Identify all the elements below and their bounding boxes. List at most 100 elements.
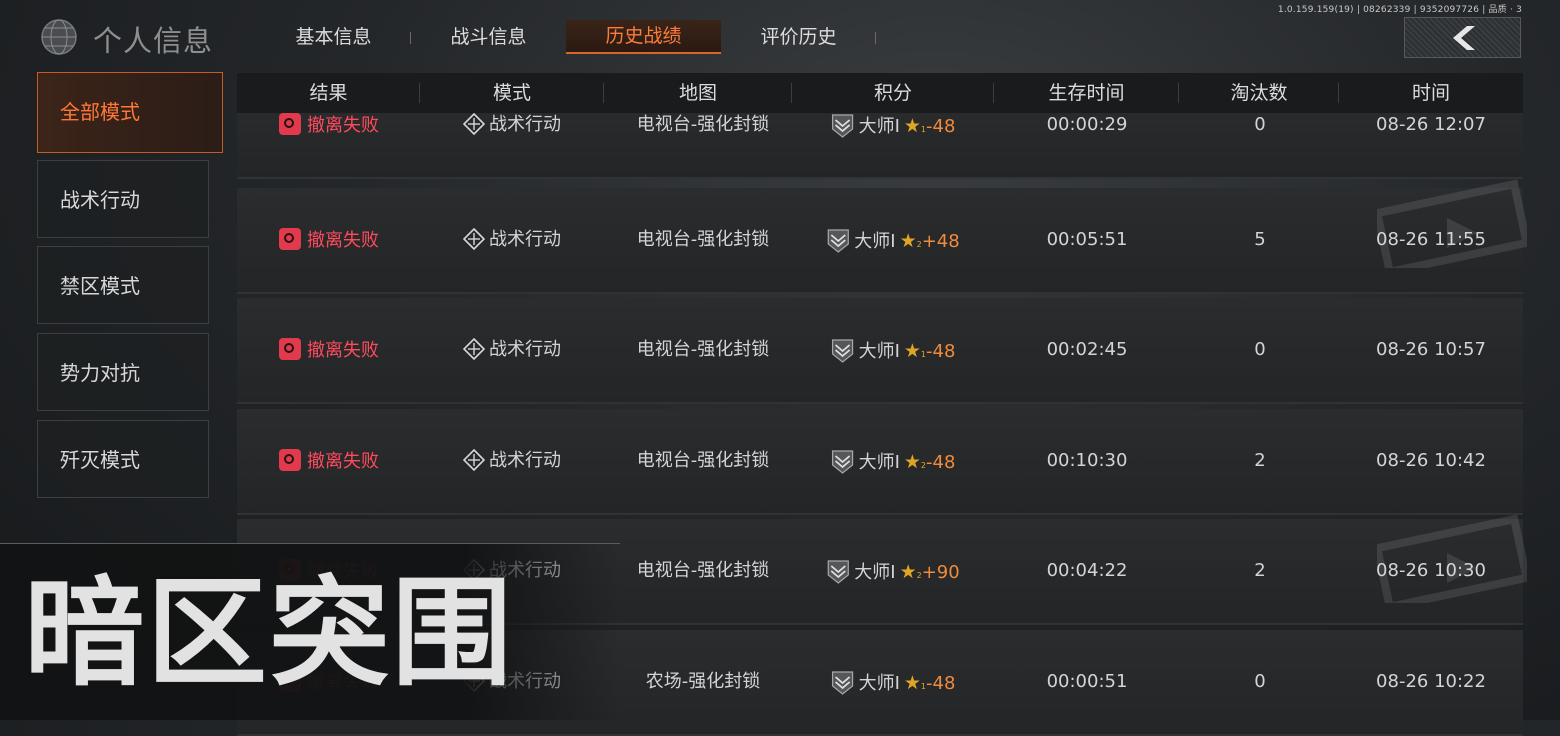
map-text: 电视台-强化封锁 [636, 114, 770, 135]
score-cell: 大师I ★1-48 [831, 670, 955, 695]
map-text: 农场-强化封锁 [645, 671, 761, 692]
kills-text: 0 [1254, 339, 1266, 360]
match-time-text: 08-26 10:22 [1376, 671, 1486, 692]
map-cell: 电视台-强化封锁 [637, 449, 770, 473]
mode-restricted-zone[interactable]: 禁区模式 [37, 246, 209, 324]
score-cell: 大师I ★1-48 [831, 113, 956, 138]
mode-cell: 战术行动 [463, 449, 561, 473]
mode-cell: 战术行动 [463, 338, 561, 362]
column-header-kills: 淘汰数 [1179, 73, 1339, 113]
survival-time-text: 00:04:22 [1046, 560, 1128, 581]
map-text: 电视台-强化封锁 [636, 450, 770, 471]
result-text: 撤离失败 [307, 230, 379, 251]
map-cell: 农场-强化封锁 [646, 670, 761, 694]
rank-master-icon [831, 450, 854, 474]
tactical-mode-icon [463, 113, 485, 135]
survival-cell: 00:02:45 [1047, 338, 1128, 362]
result-cell: 撤离失败 [279, 449, 379, 473]
kills-cell: 0 [1254, 338, 1265, 362]
table-row[interactable]: 撤离失败 战术行动 电视台-强化封锁 大师I ★1-48 00:02:45 0 08-26 1… [237, 298, 1523, 404]
tactical-mode-icon [463, 338, 485, 360]
mode-cell: 战术行动 [463, 228, 561, 252]
tab-label: 评价历史 [760, 26, 837, 48]
map-cell: 电视台-强化封锁 [637, 228, 770, 252]
map-text: 电视台-强化封锁 [636, 229, 770, 250]
tab-rating-history[interactable]: 评价历史 [721, 20, 876, 54]
logo-text: 暗区突围 [24, 570, 514, 690]
tab-bar: 基本信息 战斗信息 历史战绩 评价历史 [256, 20, 876, 54]
time-cell: 08-26 12:07 [1376, 113, 1486, 137]
table-row[interactable]: 撤离失败 战术行动 电视台-强化封锁 大师I ★2+48 00:05:51 5 08-26 1… [237, 188, 1523, 294]
survival-cell: 00:00:29 [1047, 113, 1128, 137]
score-cell: 大师I ★1-48 [831, 338, 956, 363]
column-header-score: 积分 [792, 73, 994, 113]
back-button[interactable] [1404, 17, 1521, 58]
film-deco-icon [1377, 514, 1527, 603]
fail-icon [279, 228, 301, 250]
column-header-label: 地图 [678, 82, 717, 104]
mode-faction-battle[interactable]: 势力对抗 [37, 333, 209, 411]
mode-all[interactable]: 全部模式 [37, 72, 223, 153]
result-cell: 撤离失败 [279, 338, 379, 362]
survival-cell: 00:10:30 [1047, 449, 1128, 473]
score-change: -48 [926, 341, 956, 362]
column-header-time: 时间 [1339, 73, 1523, 113]
fail-icon [279, 113, 301, 135]
result-text: 撤离失败 [307, 340, 379, 361]
kills-cell: 0 [1254, 670, 1265, 694]
tab-basic-info[interactable]: 基本信息 [256, 20, 411, 54]
rank-master-icon [831, 339, 854, 363]
tab-battle-info[interactable]: 战斗信息 [411, 20, 566, 54]
mode-tactical-operation[interactable]: 战术行动 [37, 160, 209, 238]
result-text: 撤离失败 [307, 115, 379, 136]
rank-master-icon [831, 114, 854, 138]
mode-label: 势力对抗 [60, 361, 140, 385]
mode-label: 禁区模式 [60, 274, 140, 298]
back-arrow-icon [1453, 26, 1475, 50]
kills-text: 2 [1254, 560, 1266, 581]
star-icon: ★ [899, 230, 917, 252]
score-change: -48 [926, 116, 956, 137]
mode-annihilation[interactable]: 歼灭模式 [37, 420, 209, 498]
rank-text: 大师I [858, 452, 900, 473]
column-header-map: 地图 [604, 73, 792, 113]
match-time-text: 08-26 10:57 [1376, 339, 1486, 360]
score-change: -48 [926, 452, 956, 473]
map-text: 电视台-强化封锁 [636, 339, 770, 360]
tab-label: 战斗信息 [450, 26, 527, 48]
fail-icon [279, 338, 301, 360]
star-icon: ★ [903, 451, 921, 473]
kills-cell: 2 [1254, 449, 1265, 473]
mode-text: 战术行动 [489, 339, 561, 360]
map-cell: 电视台-强化封锁 [637, 113, 770, 137]
tab-label: 基本信息 [295, 26, 372, 48]
time-cell: 08-26 10:42 [1376, 449, 1486, 473]
tab-history-record[interactable]: 历史战绩 [566, 20, 721, 54]
star-icon: ★ [903, 115, 921, 137]
survival-cell: 00:05:51 [1047, 228, 1128, 252]
build-info: 1.0.159.159(19) | 08262339 | 9352097726 … [1277, 5, 1522, 15]
column-header-label: 结果 [309, 82, 348, 104]
score-change: +48 [921, 231, 960, 252]
rank-text: 大师I [854, 562, 896, 583]
rank-master-icon [831, 671, 854, 695]
rank-text: 大师I [854, 231, 896, 252]
rank-master-icon [827, 560, 849, 584]
column-header-label: 生存时间 [1048, 82, 1125, 104]
fail-icon [279, 449, 301, 471]
film-deco-icon [1377, 179, 1527, 268]
column-header-result: 结果 [237, 73, 420, 113]
kills-text: 5 [1254, 229, 1266, 250]
page-title: 个人信息 [93, 24, 214, 58]
survival-time-text: 00:00:29 [1046, 114, 1128, 135]
rank-text: 大师I [858, 673, 900, 694]
globe-icon [41, 19, 77, 55]
survival-time-text: 00:10:30 [1046, 450, 1128, 471]
column-header-label: 模式 [492, 82, 531, 104]
score-cell: 大师I ★2+90 [826, 559, 960, 584]
mode-text: 战术行动 [489, 229, 561, 250]
column-header-survival-time: 生存时间 [994, 73, 1179, 113]
survival-time-text: 00:00:51 [1046, 671, 1128, 692]
column-header-label: 时间 [1411, 82, 1450, 104]
table-row[interactable]: 撤离失败 战术行动 电视台-强化封锁 大师I ★2-48 00:10:30 2 08-26 1… [237, 409, 1523, 515]
